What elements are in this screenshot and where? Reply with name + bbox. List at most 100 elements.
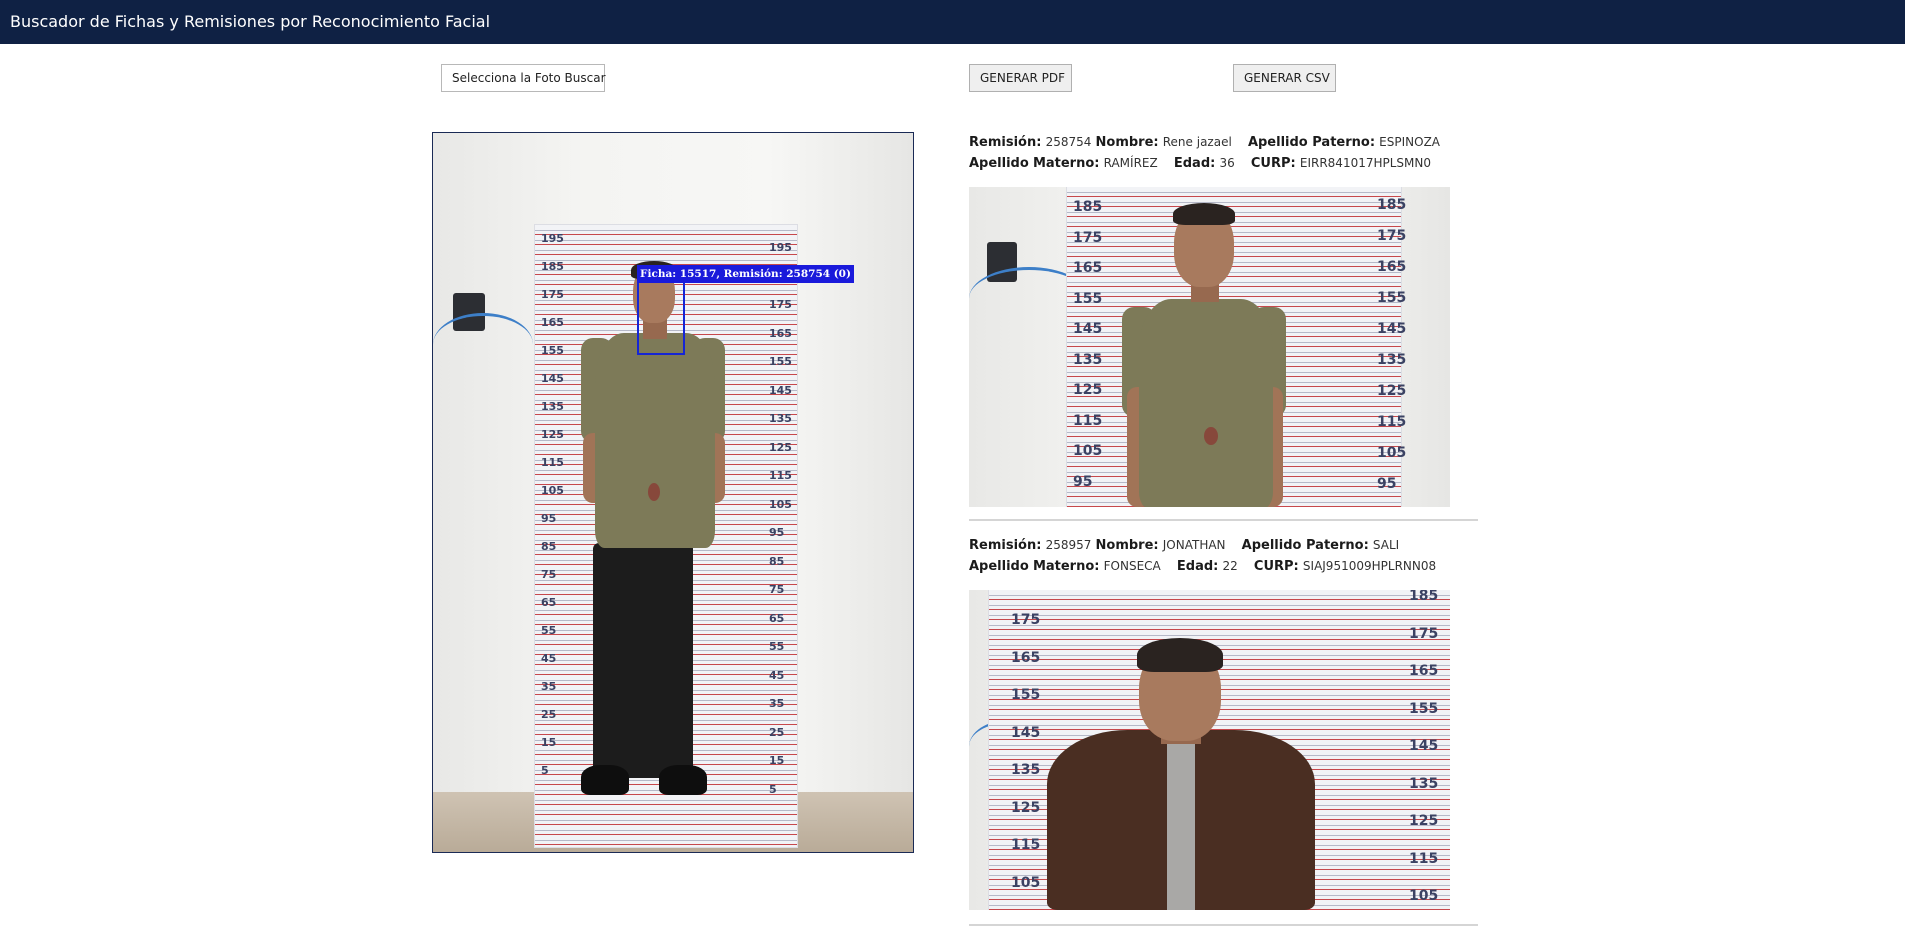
scale-tick-label: 35 [769,697,785,710]
scale-tick-label: 5 [769,782,777,796]
scale-tick-label: 125 [769,440,792,454]
scale-tick-label: 115 [1409,850,1439,867]
scale-tick-label: 95 [769,526,785,539]
result-divider-2 [969,924,1478,926]
scale-tick-label: 105 [1409,888,1439,904]
scale-tick-label: 175 [1377,228,1407,244]
curp-label: CURP: [1250,156,1296,171]
select-photo-button[interactable]: Selecciona la Foto Buscar [441,64,606,92]
face-detection-label: Ficha: 15517, Remisión: 258754 (0) [637,265,854,283]
result-info-2: Remisión: 258957 Nombre: JONATHAN Apelli… [969,535,1474,577]
scale-tick-label: 125 [541,428,564,441]
scale-tick-label: 165 [1409,663,1439,679]
edad-label: Edad: [1173,156,1216,171]
result-info-1: Remisión: 258754 Nombre: Rene jazael Ape… [969,132,1474,174]
scale-tick-label: 145 [1011,724,1041,741]
scale-tick-label: 5 [541,764,549,777]
scale-tick-label: 185 [1073,199,1103,215]
curp-label: CURP: [1253,559,1299,574]
scale-tick-label: 115 [541,456,564,469]
wall-cable [433,313,533,376]
curp-value: SIAJ951009HPLRNN08 [1302,559,1437,573]
scale-tick-label: 175 [769,298,792,311]
scale-tick-label: 155 [1011,687,1041,703]
scale-tick-label: 105 [1011,874,1041,891]
scale-tick-label: 155 [1073,290,1103,307]
edad-value: 36 [1219,156,1235,170]
scale-tick-label: 85 [541,540,557,553]
scale-tick-label: 125 [1377,383,1407,399]
scale-tick-label: 175 [541,288,564,301]
remision-value: 258754 [1045,135,1092,149]
apellido-materno-label-b: Materno: [1032,559,1100,574]
apellido-materno-label-b: Materno: [1032,156,1100,171]
nombre-value: Rene jazael [1162,135,1232,149]
scale-tick-label: 155 [1409,700,1439,717]
apellido-paterno-value: SALI [1372,538,1400,552]
scale-tick-label: 145 [769,383,792,397]
scale-tick-label: 145 [1073,321,1103,337]
scale-tick-label: 135 [1377,352,1407,368]
scale-tick-label: 115 [769,469,792,482]
scale-tick-label: 135 [1073,351,1103,368]
edad-label: Edad: [1176,559,1219,574]
generate-csv-button[interactable]: GENERAR CSV [1233,64,1336,92]
remision-label: Remisión: [969,538,1042,553]
scale-tick-label: 195 [769,241,792,254]
scale-tick-label: 115 [1073,412,1103,429]
scale-tick-label: 25 [541,708,557,721]
scale-tick-label: 45 [769,668,785,682]
remision-label: Remisión: [969,135,1042,150]
result-photo-2: 175 165 155 145 135 125 115 105 185 175 165 155 145… [969,590,1450,910]
scale-tick-label: 175 [1011,612,1041,628]
scale-tick-label: 145 [1377,321,1407,337]
scale-tick-label: 105 [1377,445,1407,461]
scale-tick-label: 95 [1377,476,1397,492]
scale-tick-label: 165 [541,316,564,329]
apellido-paterno-label: Apellido Paterno: [1247,135,1376,150]
scale-tick-label: 165 [1377,259,1407,275]
scale-tick-label: 135 [541,400,564,413]
scale-tick-label: 115 [1011,837,1041,853]
scale-tick-label: 95 [1073,473,1093,490]
scale-tick-label: 145 [541,372,564,385]
scale-tick-label: 65 [769,611,785,625]
curp-value: EIRR841017HPLSMN0 [1299,156,1432,170]
nombre-label: Nombre: [1095,538,1159,553]
scale-tick-label: 175 [1409,625,1439,642]
scale-tick-label: 125 [1011,799,1041,816]
scale-tick-label: 75 [541,568,557,581]
remision-value: 258957 [1045,538,1092,552]
scale-tick-label: 155 [769,355,792,368]
scale-tick-label: 195 [541,232,564,245]
scale-tick-label: 75 [769,583,785,596]
scale-tick-label: 125 [1409,813,1439,829]
scale-tick-label: 115 [1377,414,1407,430]
scale-tick-label: 135 [1409,775,1439,792]
face-detection-box [637,281,685,355]
scale-tick-label: 105 [541,484,564,497]
scale-tick-label: 105 [1073,443,1103,459]
scale-tick-label: 185 [1409,590,1439,604]
scale-tick-label: 95 [541,512,557,525]
scale-tick-label: 185 [1377,197,1407,213]
apellido-materno-label-a: Apellido [969,559,1029,574]
generate-pdf-button[interactable]: GENERAR PDF [969,64,1072,92]
scale-tick-label: 15 [541,736,557,749]
scale-tick-label: 135 [769,412,792,425]
apellido-materno-label-a: Apellido [969,156,1029,171]
result-divider-1 [969,519,1478,521]
scale-tick-label: 185 [541,260,564,273]
scale-tick-label: 35 [541,680,557,693]
scale-tick-label: 165 [1011,649,1041,666]
query-photo: 195 185 175 165 155 145 135 125 115 105 95 85 75 65 55… [432,132,914,853]
apellido-paterno-label: Apellido Paterno: [1241,538,1369,553]
apellido-materno-value: RAMÍREZ [1103,156,1158,170]
scale-tick-label: 85 [769,554,785,568]
scale-tick-label: 65 [541,596,557,609]
nombre-label: Nombre: [1095,135,1159,150]
scale-tick-label: 135 [1011,762,1041,778]
scale-tick-label: 25 [769,725,785,739]
scale-tick-label: 105 [769,497,792,511]
apellido-materno-value: FONSECA [1103,559,1161,573]
